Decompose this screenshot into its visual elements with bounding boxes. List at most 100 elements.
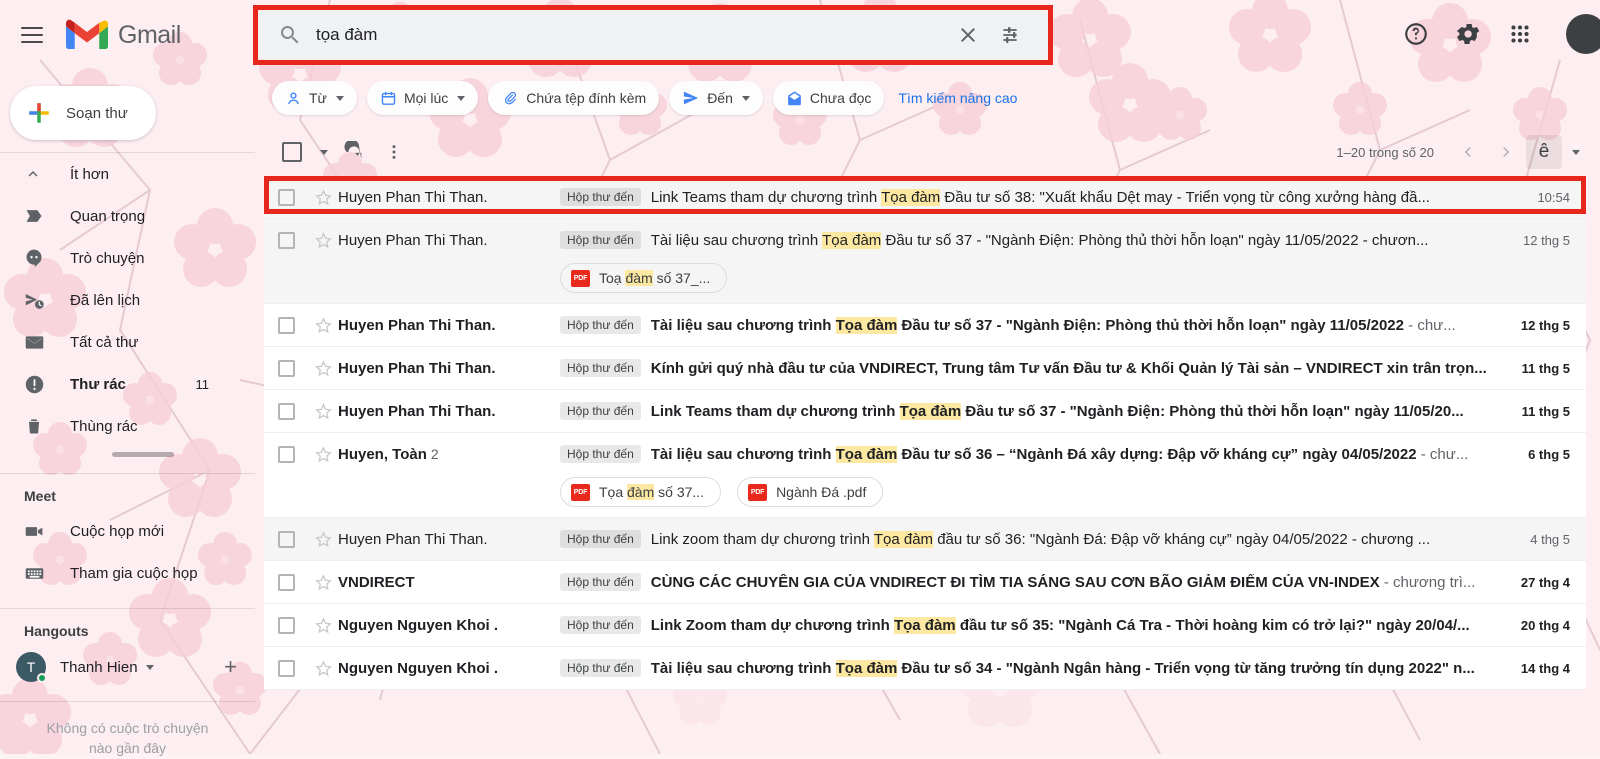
- email-date: 14 thg 4: [1498, 661, 1586, 676]
- star-icon[interactable]: [308, 402, 338, 421]
- star-icon[interactable]: [308, 530, 338, 549]
- email-sender: Huyen, Toàn2: [338, 446, 560, 463]
- table-row[interactable]: Huyen Phan Thi Than.Hộp thư đếnLink Team…: [264, 176, 1586, 219]
- sidebar-item-join-meeting[interactable]: Tham gia cuộc họp: [0, 552, 255, 594]
- inbox-badge: Hộp thư đến: [560, 188, 641, 206]
- important-icon: [24, 206, 52, 226]
- star-icon[interactable]: [308, 573, 338, 592]
- table-row[interactable]: Huyen Phan Thi Than.Hộp thư đếnLink Team…: [264, 390, 1586, 433]
- hamburger-icon[interactable]: [8, 11, 56, 59]
- help-icon[interactable]: [1392, 10, 1440, 58]
- star-icon[interactable]: [308, 445, 338, 464]
- attachment-chip[interactable]: PDFToạ đàm số 37_...: [560, 263, 727, 293]
- more-options-button[interactable]: [374, 132, 414, 172]
- chevron-down-icon: [336, 96, 344, 101]
- more-vertical-icon: [384, 142, 404, 162]
- row-checkbox[interactable]: [264, 446, 308, 463]
- email-sender: Huyen Phan Thi Than.: [338, 360, 560, 377]
- table-row[interactable]: Huyen, Toàn2Hộp thư đếnTài liệu sau chươ…: [264, 433, 1586, 518]
- table-row[interactable]: Huyen Phan Thi Than.Hộp thư đếnLink zoom…: [264, 518, 1586, 561]
- table-row[interactable]: VNDIRECTHộp thư đếnCÙNG CÁC CHUYÊN GIA C…: [264, 561, 1586, 604]
- row-checkbox[interactable]: [264, 617, 308, 634]
- hangouts-user[interactable]: T Thanh Hien +: [0, 645, 255, 689]
- chevron-right-icon: [1496, 142, 1516, 162]
- search-options-button[interactable]: [990, 13, 1034, 57]
- row-checkbox[interactable]: [264, 317, 308, 334]
- filter-chip-from[interactable]: Từ: [272, 81, 357, 115]
- email-date: 20 thg 4: [1498, 618, 1586, 633]
- next-page-button[interactable]: [1488, 134, 1524, 170]
- star-icon[interactable]: [308, 359, 338, 378]
- inbox-badge: Hộp thư đến: [560, 616, 641, 634]
- email-subject-text: Link Teams tham dự chương trình Tọa đàm …: [651, 403, 1464, 420]
- filter-chip-to-label: Đến: [707, 90, 733, 106]
- table-row[interactable]: Nguyen Nguyen Khoi .Hộp thư đếnTài liệu …: [264, 647, 1586, 690]
- star-icon[interactable]: [308, 316, 338, 335]
- refresh-button[interactable]: [334, 132, 374, 172]
- advanced-search-link[interactable]: Tìm kiếm nâng cao: [898, 90, 1017, 106]
- email-subject-text: CÙNG CÁC CHUYÊN GIA CỦA VNDIRECT ĐI TÌM …: [651, 574, 1476, 591]
- sidebar-item-new-meeting[interactable]: Cuộc họp mới: [0, 510, 255, 552]
- email-date: 6 thg 5: [1498, 447, 1586, 462]
- inbox-badge: Hộp thư đến: [560, 573, 641, 591]
- refresh-icon: [343, 141, 365, 163]
- email-sender: Huyen Phan Thi Than.: [338, 531, 560, 548]
- star-icon[interactable]: [308, 188, 338, 207]
- sidebar-item-spam[interactable]: Thư rác 11: [0, 363, 255, 405]
- input-tools-button[interactable]: ê: [1526, 135, 1562, 169]
- search-highlight: Tọa đàm: [836, 317, 898, 334]
- sidebar-item-important[interactable]: Quan trọng: [0, 195, 255, 237]
- table-row[interactable]: Huyen Phan Thi Than.Hộp thư đếnKính gửi …: [264, 347, 1586, 390]
- sidebar-item-scheduled[interactable]: Đã lên lịch: [0, 279, 255, 321]
- filter-chip-from-label: Từ: [309, 90, 327, 106]
- table-row[interactable]: Huyen Phan Thi Than.Hộp thư đếnTài liệu …: [264, 304, 1586, 347]
- star-icon[interactable]: [308, 659, 338, 678]
- sidebar-item-label: Trò chuyện: [70, 250, 144, 267]
- chevron-down-icon[interactable]: [146, 665, 154, 670]
- person-icon: [285, 90, 302, 107]
- filter-chip-attachment[interactable]: Chứa tệp đính kèm: [488, 81, 659, 115]
- table-row[interactable]: Nguyen Nguyen Khoi .Hộp thư đếnLink Zoom…: [264, 604, 1586, 647]
- sidebar-scrollbar[interactable]: [112, 452, 174, 457]
- chevron-up-icon: [24, 165, 52, 183]
- attachment-chip[interactable]: PDFTọa đàm số 37...: [560, 477, 721, 507]
- search-highlight: đàm: [625, 270, 652, 286]
- row-checkbox[interactable]: [264, 232, 308, 249]
- row-checkbox[interactable]: [264, 574, 308, 591]
- apps-grid-icon[interactable]: [1496, 10, 1544, 58]
- input-tools-dropdown[interactable]: [1564, 134, 1586, 170]
- previous-page-button[interactable]: [1450, 134, 1486, 170]
- filter-chip-to[interactable]: Đến: [669, 81, 763, 115]
- inbox-badge: Hộp thư đến: [560, 359, 641, 377]
- sidebar-item-less[interactable]: Ít hơn: [0, 153, 255, 195]
- row-checkbox[interactable]: [264, 360, 308, 377]
- star-icon[interactable]: [308, 616, 338, 635]
- attachment-chip[interactable]: PDFNgành Đá .pdf: [737, 477, 883, 507]
- avatar[interactable]: [1566, 14, 1600, 54]
- row-checkbox[interactable]: [264, 189, 308, 206]
- row-checkbox[interactable]: [264, 531, 308, 548]
- compose-button[interactable]: Soạn thư: [10, 86, 156, 140]
- search-input[interactable]: [316, 25, 946, 45]
- attachment-icon: [501, 89, 519, 107]
- filter-chip-unread[interactable]: Chưa đọc: [773, 81, 885, 115]
- filter-chip-date[interactable]: Mọi lúc: [367, 81, 478, 115]
- clear-search-button[interactable]: [946, 13, 990, 57]
- sidebar-item-chats[interactable]: Trò chuyện: [0, 237, 255, 279]
- table-row[interactable]: Huyen Phan Thi Than.Hộp thư đếnTài liệu …: [264, 219, 1586, 304]
- email-sender: Huyen Phan Thi Than.: [338, 403, 560, 420]
- select-all-dropdown[interactable]: [312, 132, 334, 172]
- sidebar-item-trash[interactable]: Thùng rác: [0, 405, 255, 447]
- row-checkbox[interactable]: [264, 403, 308, 420]
- search-bar[interactable]: [258, 10, 1048, 60]
- chevron-left-icon: [1458, 142, 1478, 162]
- sidebar-item-all-mail[interactable]: Tất cả thư: [0, 321, 255, 363]
- star-icon[interactable]: [308, 231, 338, 250]
- email-sender: Huyen Phan Thi Than.: [338, 189, 560, 206]
- gear-icon[interactable]: [1444, 10, 1492, 58]
- new-conversation-button[interactable]: +: [224, 656, 237, 678]
- row-checkbox[interactable]: [264, 660, 308, 677]
- select-all-checkbox[interactable]: [272, 132, 312, 172]
- gmail-logo[interactable]: Gmail: [66, 19, 181, 51]
- search-highlight: đàm: [627, 484, 654, 500]
